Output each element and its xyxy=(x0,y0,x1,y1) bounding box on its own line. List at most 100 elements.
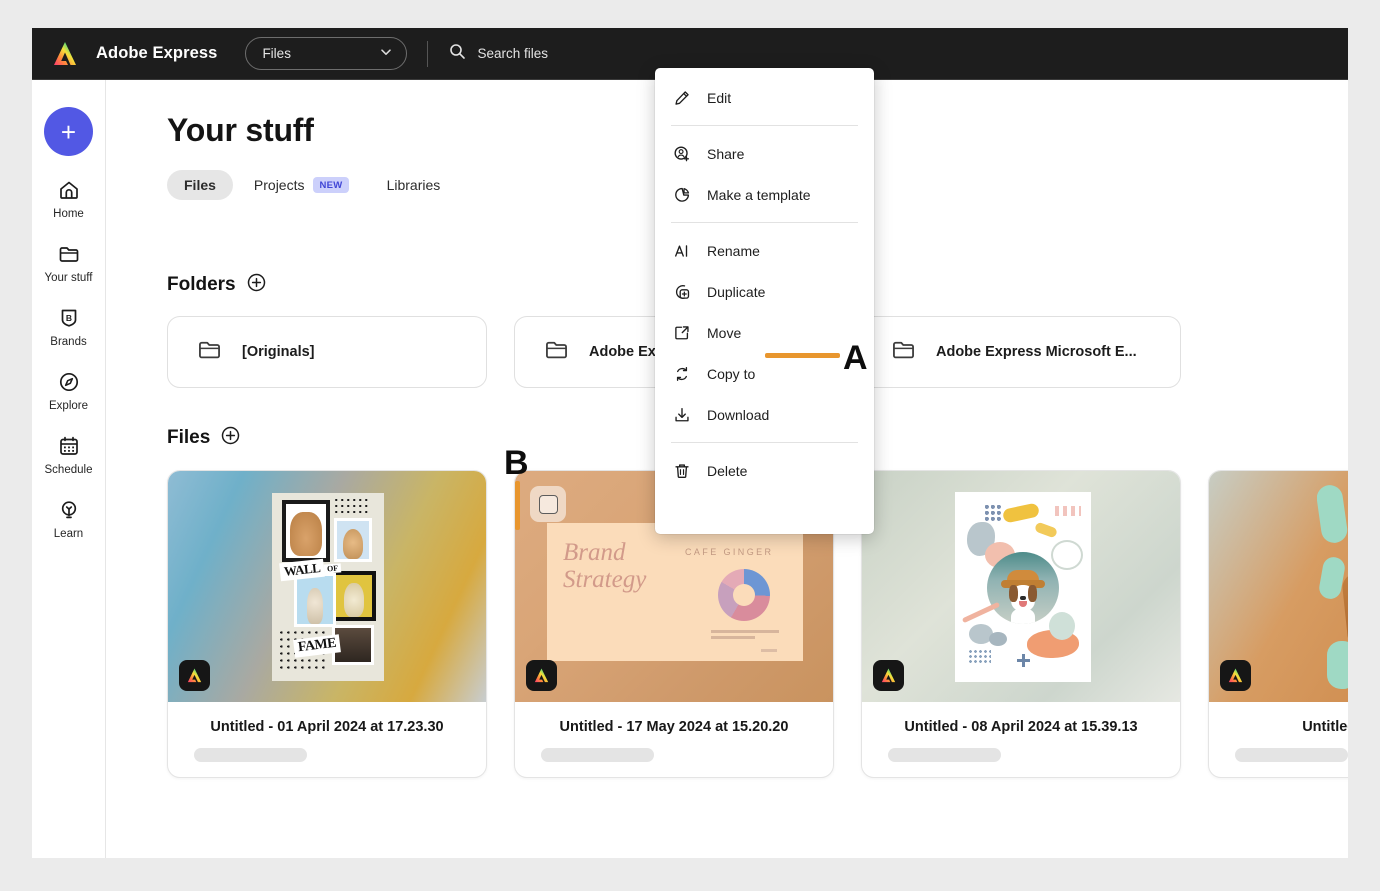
file-subtitle-placeholder xyxy=(888,748,1001,762)
new-badge: NEW xyxy=(313,177,349,193)
folder-card[interactable]: Adobe Express Microsoft E... xyxy=(861,316,1181,388)
tab-label: Files xyxy=(184,177,216,193)
share-person-icon xyxy=(672,145,691,163)
menu-item-label: Edit xyxy=(707,89,732,106)
sidebar-item-label: Explore xyxy=(49,400,88,412)
folder-icon xyxy=(543,336,570,368)
calendar-icon xyxy=(57,434,81,458)
menu-item-label: Duplicate xyxy=(707,283,766,300)
menu-item-delete[interactable]: Delete xyxy=(655,450,874,491)
search-input[interactable]: Search files xyxy=(477,46,548,61)
copy-to-icon xyxy=(672,365,691,383)
scope-dropdown-label: Files xyxy=(262,46,291,61)
search-files-control[interactable]: Search files xyxy=(449,43,548,65)
thumb-word: OF xyxy=(323,563,342,574)
tab-libraries[interactable]: Libraries xyxy=(370,170,458,200)
sidebar-item-label: Learn xyxy=(53,528,84,540)
adobe-express-badge-icon xyxy=(873,660,904,691)
file-context-menu: Edit Share Make a template Rename Duplic… xyxy=(655,68,874,534)
annotation-line-b xyxy=(515,481,520,530)
sidebar-item-label: Schedule xyxy=(44,464,93,476)
lightbulb-icon xyxy=(57,498,81,522)
menu-item-share[interactable]: Share xyxy=(655,133,874,174)
rename-text-icon xyxy=(672,242,691,260)
file-thumbnail xyxy=(1209,471,1348,702)
move-arrow-icon xyxy=(672,324,691,342)
sidebar-item-label: Home xyxy=(53,208,84,220)
file-title: Untitled - 17 May 2024 at 15.20.20 xyxy=(559,719,789,735)
file-title: Untitled - 08 April 2024 at 15.39.13 xyxy=(904,719,1138,735)
tab-files[interactable]: Files xyxy=(167,170,233,200)
menu-item-download[interactable]: Download xyxy=(655,394,874,435)
menu-item-label: Rename xyxy=(707,242,760,259)
sidebar-item-home[interactable]: Home xyxy=(36,178,102,220)
adobe-express-badge-icon xyxy=(526,660,557,691)
file-subtitle-placeholder xyxy=(1235,748,1348,762)
folder-name: [Originals] xyxy=(242,344,315,360)
file-card[interactable]: Untitled - 24 April 2 xyxy=(1208,470,1348,778)
menu-item-copy-to[interactable]: Copy to xyxy=(655,353,874,394)
brand-shield-icon: B xyxy=(57,306,81,330)
download-icon xyxy=(672,406,691,424)
file-subtitle-placeholder xyxy=(541,748,654,762)
brand-name: Adobe Express xyxy=(96,44,218,62)
wall-of-fame-collage-thumb: WALL OF FAME xyxy=(168,471,486,702)
menu-item-make-a-template[interactable]: Make a template xyxy=(655,174,874,215)
file-subtitle-placeholder xyxy=(194,748,307,762)
folder-icon xyxy=(196,336,223,368)
section-title: Folders xyxy=(167,274,236,295)
plus-circle-icon[interactable] xyxy=(221,426,240,450)
file-card[interactable]: WALL OF FAME Untitled - 01 April 2024 at… xyxy=(167,470,487,778)
svg-text:B: B xyxy=(65,313,71,323)
menu-item-edit[interactable]: Edit xyxy=(655,77,874,118)
menu-divider xyxy=(671,125,858,126)
sidebar-item-your-stuff[interactable]: Your stuff xyxy=(36,242,102,284)
file-title: Untitled - 01 April 2024 at 17.23.30 xyxy=(210,719,444,735)
selection-checkbox[interactable] xyxy=(530,486,566,522)
annotation-label-a: A xyxy=(843,339,868,377)
file-thumbnail: WALL OF FAME xyxy=(168,471,486,702)
menu-divider xyxy=(671,222,858,223)
adobe-express-badge-icon xyxy=(179,660,210,691)
adobe-express-logo-icon[interactable] xyxy=(50,39,80,69)
file-card[interactable]: Untitled - 08 April 2024 at 15.39.13 xyxy=(861,470,1181,778)
dog-with-hat-poster-thumb xyxy=(862,471,1180,702)
menu-item-rename[interactable]: Rename xyxy=(655,230,874,271)
file-title: Untitled - 24 April 2 xyxy=(1302,719,1348,735)
menu-divider xyxy=(671,442,858,443)
file-card-meta: Untitled - 08 April 2024 at 15.39.13 xyxy=(862,702,1180,777)
chevron-down-icon xyxy=(379,45,393,62)
file-card-meta: Untitled - 17 May 2024 at 15.20.20 xyxy=(515,702,833,777)
adobe-express-badge-icon xyxy=(1220,660,1251,691)
thumb-heading: Brand Strategy xyxy=(563,539,647,593)
compass-icon xyxy=(57,370,81,394)
annotation-line-a xyxy=(765,353,840,358)
menu-item-label: Download xyxy=(707,406,770,423)
sidebar-item-brands[interactable]: B Brands xyxy=(36,306,102,348)
menu-item-duplicate[interactable]: Duplicate xyxy=(655,271,874,312)
folder-card[interactable]: [Originals] xyxy=(167,316,487,388)
folder-icon xyxy=(57,242,81,266)
pencil-icon xyxy=(672,89,691,107)
menu-item-label: Copy to xyxy=(707,365,756,382)
scope-dropdown[interactable]: Files xyxy=(245,37,408,70)
folder-name: Adobe Express Microsoft E... xyxy=(936,344,1137,360)
file-card-meta: Untitled - 24 April 2 xyxy=(1209,702,1348,777)
sidebar-item-schedule[interactable]: Schedule xyxy=(36,434,102,476)
file-card-meta: Untitled - 01 April 2024 at 17.23.30 xyxy=(168,702,486,777)
menu-item-move[interactable]: Move xyxy=(655,312,874,353)
sidebar-item-learn[interactable]: Learn xyxy=(36,498,102,540)
plus-circle-icon[interactable] xyxy=(247,273,266,297)
create-new-button[interactable]: + xyxy=(44,107,93,156)
tab-projects[interactable]: Projects NEW xyxy=(237,170,366,200)
toolbar-divider xyxy=(427,40,429,67)
thumb-brand-name: CAFE GINGER xyxy=(685,547,774,557)
menu-item-label: Make a template xyxy=(707,186,811,203)
file-thumbnail xyxy=(862,471,1180,702)
sidebar-item-explore[interactable]: Explore xyxy=(36,370,102,412)
annotation-label-b: B xyxy=(504,444,529,482)
duplicate-icon xyxy=(672,283,691,301)
template-icon xyxy=(672,186,691,204)
folder-icon xyxy=(890,336,917,368)
left-nav-rail: + Home Your stuff B Brands Explore Sched… xyxy=(32,80,106,858)
